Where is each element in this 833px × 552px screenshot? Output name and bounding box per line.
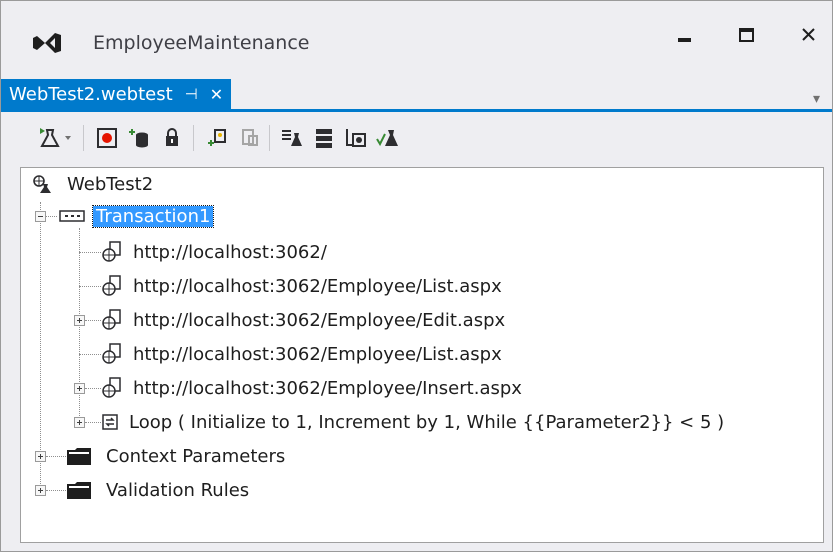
tab-underline	[1, 109, 832, 112]
tree-node-validation-rules[interactable]: Validation Rules	[66, 476, 249, 504]
web-request-icon	[102, 241, 121, 262]
application-window: EmployeeMaintenance WebTest2.webtest ⊣ ✕…	[0, 0, 833, 552]
run-test-icon[interactable]	[37, 125, 63, 151]
web-request-icon	[102, 275, 121, 296]
pin-icon[interactable]: ⊣	[185, 85, 198, 103]
title-bar: EmployeeMaintenance	[1, 1, 832, 69]
tab-close-icon[interactable]: ✕	[210, 85, 223, 104]
tree-connector	[40, 202, 41, 492]
tree-node-label: http://localhost:3062/Employee/Insert.as…	[133, 377, 522, 399]
transaction-icon	[59, 210, 85, 222]
expand-icon[interactable]	[74, 383, 85, 394]
tree-connector	[79, 228, 80, 424]
toolbar-separator	[193, 125, 194, 151]
tree-node-label: Transaction1	[91, 204, 215, 228]
folder-icon	[67, 482, 91, 499]
tree-node-request[interactable]: http://localhost:3062/Employee/Edit.aspx	[101, 306, 505, 334]
tree-connector	[79, 286, 101, 287]
close-icon	[802, 28, 815, 41]
tree-node-label: Loop ( Initialize to 1, Increment by 1, …	[129, 411, 725, 433]
add-web-test-plugin-icon[interactable]	[237, 125, 263, 151]
loop-icon	[102, 414, 118, 430]
tab-label: WebTest2.webtest	[9, 83, 173, 105]
webtest-toolbar	[1, 115, 832, 167]
toolbar-separator	[269, 125, 270, 151]
tree-node-request[interactable]: http://localhost:3062/Employee/List.aspx	[101, 272, 502, 300]
credentials-icon[interactable]	[159, 125, 185, 151]
tree-connector	[46, 490, 66, 491]
folder-icon	[67, 448, 91, 465]
tree-node-request[interactable]: http://localhost:3062/	[101, 238, 327, 266]
expand-icon[interactable]	[74, 417, 85, 428]
tab-webtest2[interactable]: WebTest2.webtest ⊣ ✕	[1, 79, 232, 109]
close-button[interactable]	[797, 23, 831, 57]
tree-node-request[interactable]: http://localhost:3062/Employee/List.aspx	[101, 340, 502, 368]
tree-connector	[79, 252, 101, 253]
set-validation-level-icon[interactable]	[375, 125, 401, 151]
record-icon[interactable]	[95, 125, 121, 151]
collapse-icon[interactable]	[35, 211, 46, 222]
performance-session-icon[interactable]	[311, 125, 337, 151]
tree-node-label: http://localhost:3062/Employee/Edit.aspx	[133, 309, 506, 331]
visual-studio-logo	[33, 33, 61, 53]
tree-connector	[85, 320, 101, 321]
maximize-icon	[739, 28, 754, 42]
tree-node-label: Context Parameters	[106, 445, 286, 467]
tree-node-label: http://localhost:3062/Employee/List.aspx	[133, 275, 502, 297]
web-request-icon	[102, 343, 121, 364]
tree-connector	[85, 422, 101, 423]
web-request-icon	[102, 309, 121, 330]
add-request-plugin-icon[interactable]	[205, 125, 231, 151]
web-request-icon	[102, 377, 121, 398]
expand-icon[interactable]	[35, 451, 46, 462]
generate-code-icon[interactable]	[343, 125, 369, 151]
chevron-down-icon[interactable]: ▾	[813, 91, 820, 107]
minimize-button[interactable]	[673, 23, 707, 57]
tree-node-label: http://localhost:3062/Employee/List.aspx	[133, 343, 502, 365]
tree-node-webtest2[interactable]: WebTest2	[31, 170, 153, 198]
tree-node-request[interactable]: http://localhost:3062/Employee/Insert.as…	[101, 374, 522, 402]
webtest-tree-view[interactable]: WebTest2 Transaction1 http://localhost:3…	[20, 167, 824, 543]
tree-connector	[46, 456, 66, 457]
tree-node-context-parameters[interactable]: Context Parameters	[66, 442, 285, 470]
tree-node-loop[interactable]: Loop ( Initialize to 1, Increment by 1, …	[101, 408, 724, 436]
add-datasource-icon[interactable]	[127, 125, 153, 151]
toolbar-separator	[83, 125, 84, 151]
document-tab-strip: WebTest2.webtest ⊣ ✕ ▾	[1, 69, 832, 115]
parameterize-icon[interactable]	[279, 125, 305, 151]
expand-icon[interactable]	[74, 315, 85, 326]
expand-icon[interactable]	[35, 485, 46, 496]
tree-node-transaction1[interactable]: Transaction1	[59, 202, 215, 230]
run-dropdown-icon[interactable]	[63, 125, 77, 151]
tree-node-label: Validation Rules	[106, 479, 250, 501]
tree-node-label: WebTest2	[67, 173, 154, 195]
webtest-icon	[33, 175, 51, 193]
tree-connector	[85, 388, 101, 389]
maximize-button[interactable]	[729, 23, 763, 57]
window-title: EmployeeMaintenance	[93, 32, 310, 54]
tree-connector	[79, 354, 101, 355]
tree-node-label: http://localhost:3062/	[133, 241, 327, 263]
minimize-icon	[678, 38, 691, 42]
